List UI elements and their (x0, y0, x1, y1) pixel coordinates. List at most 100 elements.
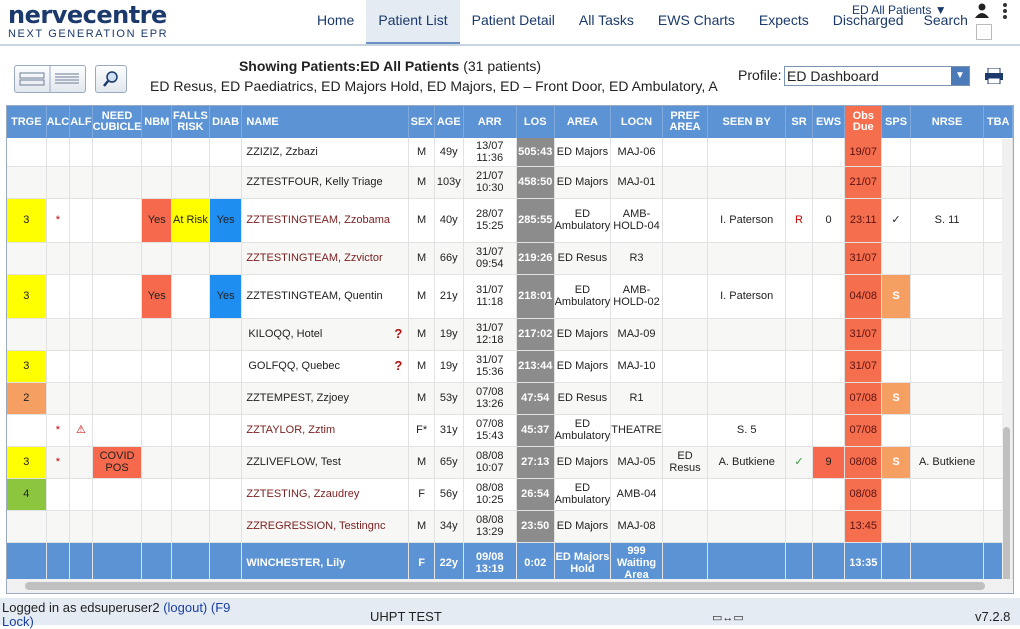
copy-icon[interactable] (976, 24, 992, 40)
cell-nrse (910, 542, 985, 585)
col-age[interactable]: AGE (434, 106, 464, 138)
col-diab[interactable]: DIAB (209, 106, 243, 138)
col-nrse[interactable]: NRSE (910, 106, 985, 138)
table-row[interactable]: 2 ZZTEMPEST, Zzjoey M 53y 07/08 13:26 47:54 ED… (7, 382, 1013, 415)
col-tba[interactable]: TBA (983, 106, 1013, 138)
col-nbm[interactable]: NBM (141, 106, 173, 138)
logout-link[interactable]: (logout) (163, 600, 207, 615)
cell-arr: 31/07 11:18 (463, 274, 517, 319)
nav-patient-detail[interactable]: Patient Detail (460, 0, 567, 42)
cell-locn-value: THEATRE (611, 424, 662, 436)
cell-name[interactable]: ZZTEMPEST, Zzjoey (241, 382, 410, 415)
cell-obs-due-value: 07/08 (849, 392, 878, 404)
nav-expects[interactable]: Expects (747, 0, 821, 42)
layout-toggle-button[interactable] (14, 65, 86, 93)
cell-sex: M (408, 318, 435, 351)
patient-name[interactable]: ZZREGRESSION, Testingnc (246, 520, 385, 532)
cell-locn-value: R3 (629, 252, 644, 264)
cell-name[interactable]: ZZLIVEFLOW, Test (241, 446, 410, 479)
cell-age-value: 53y (439, 392, 458, 404)
cell-trge (7, 318, 47, 351)
col-obs-due[interactable]: Obs Due (844, 106, 883, 138)
cell-los-value: 47:54 (521, 392, 550, 404)
horizontal-scroll-thumb[interactable] (25, 582, 985, 590)
patient-name[interactable]: ZZTAYLOR, Zztim (246, 424, 335, 436)
col-sex[interactable]: SEX (408, 106, 435, 138)
cell-name[interactable]: ZZIZIZ, Zzbazi (241, 138, 410, 167)
table-row[interactable]: ZZTESTFOUR, Kelly Triage M 103y 21/07 10:30… (7, 166, 1013, 199)
more-menu-icon[interactable] (1003, 3, 1007, 21)
cell-pref-area (662, 382, 709, 415)
cell-trge: 3 (7, 350, 47, 383)
nav-home[interactable]: Home (305, 0, 366, 42)
cell-name[interactable]: WINCHESTER, Lily (241, 542, 410, 585)
col-pref-area[interactable]: PREF AREA (662, 106, 709, 138)
table-row[interactable]: 4 ZZTESTING, Zzaudrey F 56y 08/08 10:25 26:54… (7, 478, 1013, 511)
vertical-scroll-thumb[interactable] (1003, 427, 1010, 593)
table-row[interactable]: KILOQQ, Hotel? M 19y 31/07 12:18 217:02 ED Ma… (7, 318, 1013, 351)
col-trge[interactable]: TRGE (7, 106, 47, 138)
cell-name[interactable]: ZZTESTINGTEAM, Zzobama (241, 198, 410, 243)
patient-name[interactable]: ZZTEMPEST, Zzjoey (246, 392, 349, 404)
col-ews[interactable]: EWS (812, 106, 846, 138)
col-name[interactable]: NAME (241, 106, 410, 138)
screen-switch-icon[interactable]: ▭↔▭ (712, 611, 744, 624)
patient-table: TRGE ALC ALF NEED CUBICLE NBM FALLS RISK… (7, 106, 1013, 585)
table-row[interactable]: ZZREGRESSION, Testingnc M 34y 08/08 13:29 23… (7, 510, 1013, 543)
patient-name[interactable]: ZZTESTINGTEAM, Zzvictor (246, 252, 382, 264)
vertical-scrollbar[interactable] (1002, 139, 1012, 593)
cell-obs-due-value: 31/07 (849, 328, 878, 340)
cell-name[interactable]: ZZTESTING, Zzaudrey (241, 478, 410, 511)
cell-sps-value: S (892, 392, 900, 404)
cell-name[interactable]: GOLFQQ, Quebec? (241, 350, 410, 383)
nav-all-tasks[interactable]: All Tasks (567, 0, 646, 42)
table-row[interactable]: 3 * Yes At Risk Yes ZZTESTINGTEAM, Zzobama M 40… (7, 198, 1013, 243)
cell-obs-due-value: 19/07 (849, 145, 878, 158)
nav-ews-charts[interactable]: EWS Charts (646, 0, 747, 42)
cell-sps (881, 318, 911, 351)
col-area[interactable]: AREA (554, 106, 612, 138)
profile-select[interactable]: ED Dashboard ▼ (784, 66, 970, 86)
cell-trge: 3 (7, 446, 47, 479)
horizontal-scrollbar[interactable] (7, 579, 1013, 593)
col-seen-by[interactable]: SEEN BY (707, 106, 787, 138)
col-locn[interactable]: LOCN (610, 106, 663, 138)
cell-name[interactable]: ZZTESTINGTEAM, Quentin (241, 274, 410, 319)
cell-name[interactable]: KILOQQ, Hotel? (241, 318, 410, 351)
col-alc[interactable]: ALC (46, 106, 71, 138)
cell-name[interactable]: ZZTESTFOUR, Kelly Triage (241, 166, 410, 199)
ward-select[interactable]: ED All Patients ▼ (852, 3, 947, 17)
table-row[interactable]: ZZTESTINGTEAM, Zzvictor M 66y 31/07 09:54 21… (7, 242, 1013, 275)
table-row[interactable]: WINCHESTER, Lily F 22y 09/08 13:19 0:02 ED Ma… (7, 542, 1013, 585)
patient-name[interactable]: WINCHESTER, Lily (246, 557, 345, 569)
cell-name[interactable]: ZZTAYLOR, Zztim (241, 414, 410, 447)
cell-name[interactable]: ZZTESTINGTEAM, Zzvictor (241, 242, 410, 275)
table-row[interactable]: * ⚠ ZZTAYLOR, Zztim F* 31y 07/08 15:43 45:37 ED… (7, 414, 1013, 447)
patient-name[interactable]: ZZLIVEFLOW, Test (246, 456, 341, 468)
table-row[interactable]: ZZIZIZ, Zzbazi M 49y 13/07 11:36 505:43 ED Ma… (7, 138, 1013, 167)
patient-name[interactable]: GOLFQQ, Quebec (248, 360, 340, 372)
col-alf[interactable]: ALF (69, 106, 93, 138)
patient-name[interactable]: ZZIZIZ, Zzbazi (246, 146, 318, 158)
cell-name[interactable]: ZZREGRESSION, Testingnc (241, 510, 410, 543)
table-row[interactable]: 3 Yes Yes ZZTESTINGTEAM, Quentin M 21y 31/07 1… (7, 274, 1013, 319)
cell-nbm (141, 242, 173, 275)
patient-name[interactable]: ZZTESTFOUR, Kelly Triage (246, 176, 382, 188)
nav-patient-list[interactable]: Patient List (366, 0, 460, 44)
col-los[interactable]: LOS (516, 106, 555, 138)
user-icon[interactable] (975, 3, 989, 19)
patient-name[interactable]: KILOQQ, Hotel (248, 328, 322, 340)
patient-name[interactable]: ZZTESTING, Zzaudrey (246, 488, 359, 500)
col-need-cubicle[interactable]: NEED CUBICLE (92, 106, 143, 138)
col-falls-risk[interactable]: FALLS RISK (171, 106, 210, 138)
print-icon[interactable] (984, 68, 1004, 84)
col-sr[interactable]: SR (785, 106, 813, 138)
col-arr[interactable]: ARR (463, 106, 517, 138)
patient-name[interactable]: ZZTESTINGTEAM, Quentin (246, 290, 382, 302)
col-sps[interactable]: SPS (881, 106, 911, 138)
cell-locn-value: MAJ-05 (617, 456, 656, 468)
table-row[interactable]: 3 * COVID POS ZZLIVEFLOW, Test M 65y 08/08 10:… (7, 446, 1013, 479)
cell-nbm (141, 510, 173, 543)
patient-name[interactable]: ZZTESTINGTEAM, Zzobama (246, 214, 390, 226)
table-row[interactable]: 3 GOLFQQ, Quebec? M 19y 31/07 15:36 213:44 ED … (7, 350, 1013, 383)
